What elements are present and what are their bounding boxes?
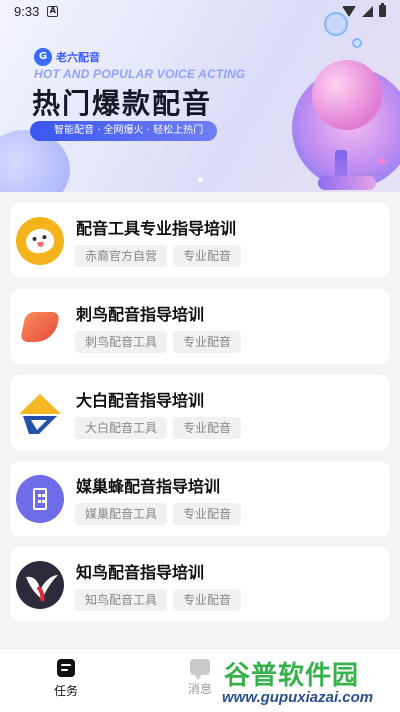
sparkle-icon: ✦ <box>375 152 389 171</box>
tag: 媒巢配音工具 <box>75 503 168 525</box>
item-title: 知鸟配音指导培训 <box>76 563 205 582</box>
watermark: 谷普软件园 www.gupuxiazai.com <box>218 655 400 712</box>
battery-icon <box>379 3 386 17</box>
brand-logo-icon: G <box>34 48 52 66</box>
zhiniao-bird-icon <box>16 561 64 609</box>
tag: 专业配音 <box>173 589 242 611</box>
item-title: 大白配音指导培训 <box>76 391 205 410</box>
tag: 知鸟配音工具 <box>75 589 168 611</box>
item-title: 媒巢蜂配音指导培训 <box>76 477 221 496</box>
wifi-icon <box>342 5 356 17</box>
watermark-name: 谷普软件园 <box>224 661 360 691</box>
tab-task[interactable]: 任务 <box>36 659 96 699</box>
hero-banner[interactable]: ✦ G 老六配音 HOT AND POPULAR VOICE ACTING 热门… <box>0 0 400 192</box>
microphone-head <box>312 60 382 130</box>
list-item[interactable]: 刺鸟配音指导培训 刺鸟配音工具 专业配音 <box>10 289 390 364</box>
tag: 刺鸟配音工具 <box>75 331 168 353</box>
status-bar: 9:33 A <box>0 0 400 22</box>
tag-group: 刺鸟配音工具 专业配音 <box>75 331 242 353</box>
cartoon-face-icon <box>16 217 64 265</box>
item-title: 刺鸟配音指导培训 <box>76 305 205 324</box>
mic-base <box>318 176 376 190</box>
tag: 专业配音 <box>173 245 242 267</box>
hive-icon <box>16 475 64 523</box>
bubble-decor <box>352 38 362 48</box>
list-item[interactable]: 配音工具专业指导培训 赤裔官方自营 专业配音 <box>10 203 390 278</box>
list-item[interactable]: 大白配音指导培训 大白配音工具 专业配音 <box>10 375 390 450</box>
tag: 专业配音 <box>173 503 242 525</box>
tag-group: 媒巢配音工具 专业配音 <box>75 503 242 525</box>
tag-group: 大白配音工具 专业配音 <box>75 417 242 439</box>
tag: 大白配音工具 <box>75 417 168 439</box>
brand: G 老六配音 <box>34 48 100 66</box>
item-title: 配音工具专业指导培训 <box>76 219 237 238</box>
tab-label: 消息 <box>187 682 212 696</box>
list-item[interactable]: 媒巢蜂配音指导培训 媒巢配音工具 专业配音 <box>10 461 390 536</box>
tag: 赤裔官方自营 <box>75 245 168 267</box>
swift-bird-icon <box>16 303 64 351</box>
watermark-url: www.gupuxiazai.com <box>222 689 374 706</box>
dabai-logo-icon <box>16 389 64 437</box>
carousel-indicator <box>198 177 203 182</box>
task-icon <box>57 659 75 677</box>
tag: 专业配音 <box>173 417 242 439</box>
brand-name: 老六配音 <box>56 51 100 64</box>
list-item[interactable]: 知鸟配音指导培训 知鸟配音工具 专业配音 <box>10 547 390 622</box>
banner-subtitle: HOT AND POPULAR VOICE ACTING <box>34 67 246 81</box>
banner-tagline: 智能配音 · 全网爆火 · 轻松上热门 <box>30 121 218 141</box>
message-icon <box>190 659 210 680</box>
tag-group: 知鸟配音工具 专业配音 <box>75 589 242 611</box>
course-list: 配音工具专业指导培训 赤裔官方自营 专业配音 刺鸟配音指导培训 刺鸟配音工具 专… <box>10 203 390 633</box>
notification-a-icon: A <box>47 5 59 17</box>
tab-label: 任务 <box>53 684 78 698</box>
tag: 专业配音 <box>173 331 242 353</box>
signal-icon <box>362 5 373 17</box>
tag-group: 赤裔官方自营 专业配音 <box>75 245 242 267</box>
banner-title: 热门爆款配音 <box>32 87 213 120</box>
carousel-dot[interactable] <box>198 177 203 182</box>
clock: 9:33 <box>14 3 40 19</box>
